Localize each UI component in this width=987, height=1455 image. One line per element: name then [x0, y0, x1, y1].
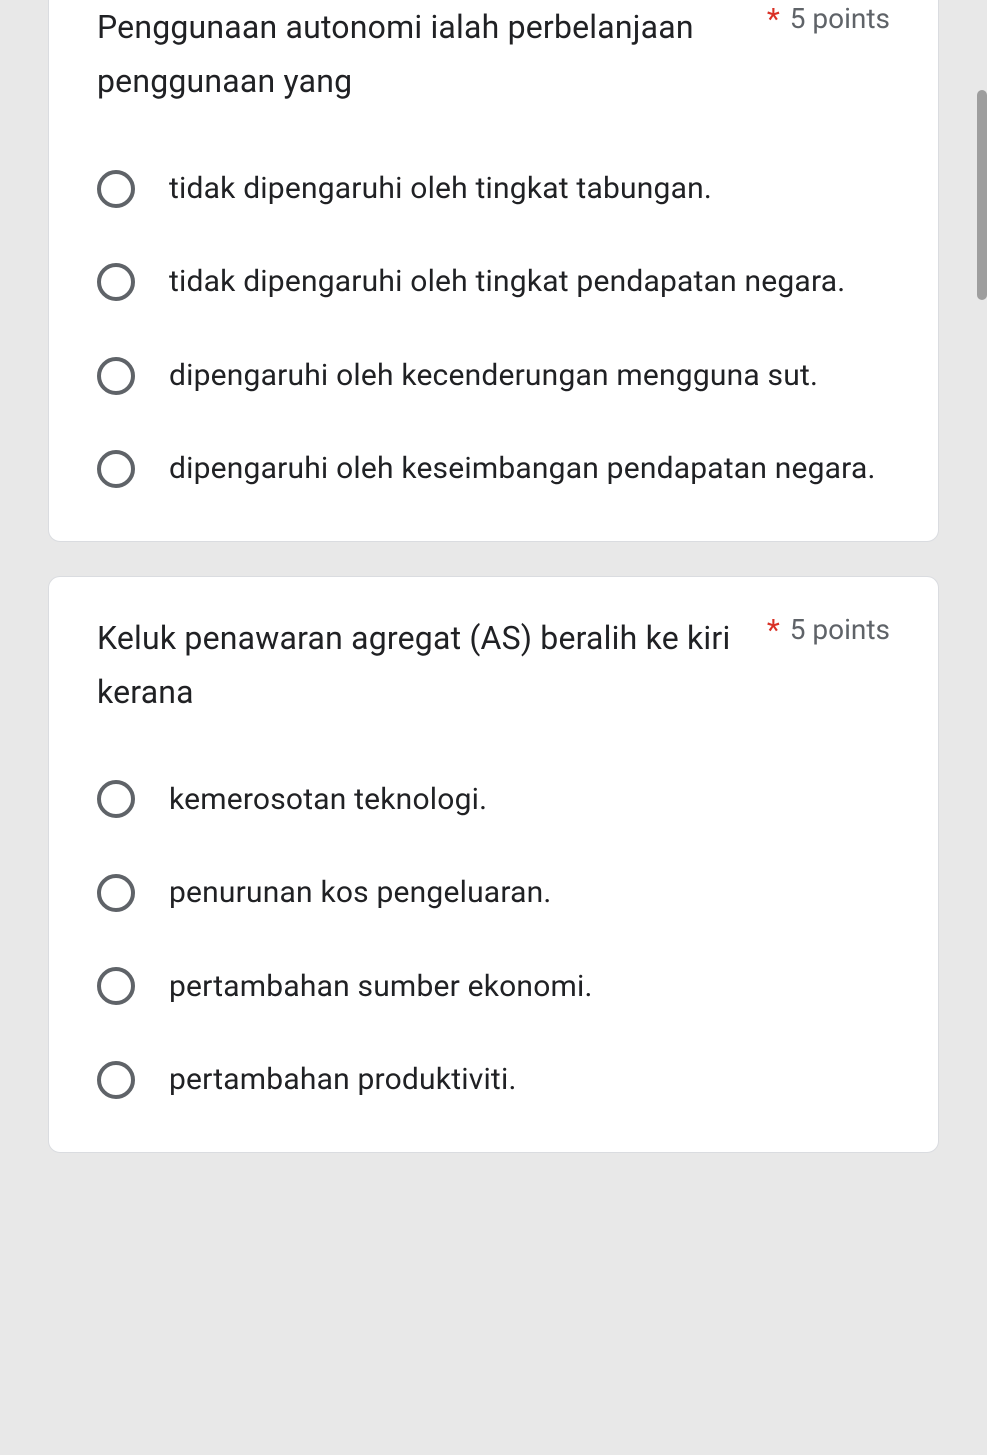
option-label: penurunan kos pengeluaran.: [169, 871, 552, 915]
question-header: Penggunaan autonomi ialah perbelanjaan p…: [97, 0, 890, 109]
radio-icon: [97, 967, 135, 1005]
radio-icon: [97, 263, 135, 301]
option-label: dipengaruhi oleh keseimbangan pendapatan…: [169, 447, 876, 491]
radio-icon: [97, 450, 135, 488]
radio-option[interactable]: pertambahan sumber ekonomi.: [97, 965, 890, 1009]
options-group: kemerosotan teknologi. penurunan kos pen…: [97, 778, 890, 1102]
radio-option[interactable]: pertambahan produktiviti.: [97, 1058, 890, 1102]
radio-option[interactable]: penurunan kos pengeluaran.: [97, 871, 890, 915]
option-label: tidak dipengaruhi oleh tingkat pendapata…: [169, 260, 845, 304]
radio-option[interactable]: kemerosotan teknologi.: [97, 778, 890, 822]
question-card: Keluk penawaran agregat (AS) beralih ke …: [48, 576, 939, 1153]
points-label: 5 points: [790, 613, 890, 646]
radio-option[interactable]: dipengaruhi oleh kecenderungan mengguna …: [97, 354, 890, 398]
question-card: Penggunaan autonomi ialah perbelanjaan p…: [48, 0, 939, 542]
points-label: 5 points: [790, 2, 890, 35]
radio-option[interactable]: tidak dipengaruhi oleh tingkat pendapata…: [97, 260, 890, 304]
radio-option[interactable]: tidak dipengaruhi oleh tingkat tabungan.: [97, 167, 890, 211]
required-mark: *: [767, 613, 780, 648]
question-meta: * 5 points: [767, 611, 890, 648]
scrollbar-thumb[interactable]: [977, 90, 987, 300]
question-meta: * 5 points: [767, 0, 890, 37]
question-title: Penggunaan autonomi ialah perbelanjaan p…: [97, 0, 743, 109]
options-group: tidak dipengaruhi oleh tingkat tabungan.…: [97, 167, 890, 491]
question-header: Keluk penawaran agregat (AS) beralih ke …: [97, 611, 890, 720]
option-label: pertambahan sumber ekonomi.: [169, 965, 593, 1009]
option-label: pertambahan produktiviti.: [169, 1058, 517, 1102]
option-label: dipengaruhi oleh kecenderungan mengguna …: [169, 354, 818, 398]
option-label: tidak dipengaruhi oleh tingkat tabungan.: [169, 167, 712, 211]
question-title: Keluk penawaran agregat (AS) beralih ke …: [97, 611, 743, 720]
radio-icon: [97, 170, 135, 208]
form-page: Penggunaan autonomi ialah perbelanjaan p…: [0, 0, 987, 1153]
radio-icon: [97, 874, 135, 912]
radio-option[interactable]: dipengaruhi oleh keseimbangan pendapatan…: [97, 447, 890, 491]
required-mark: *: [767, 2, 780, 37]
radio-icon: [97, 357, 135, 395]
radio-icon: [97, 1061, 135, 1099]
option-label: kemerosotan teknologi.: [169, 778, 487, 822]
radio-icon: [97, 780, 135, 818]
